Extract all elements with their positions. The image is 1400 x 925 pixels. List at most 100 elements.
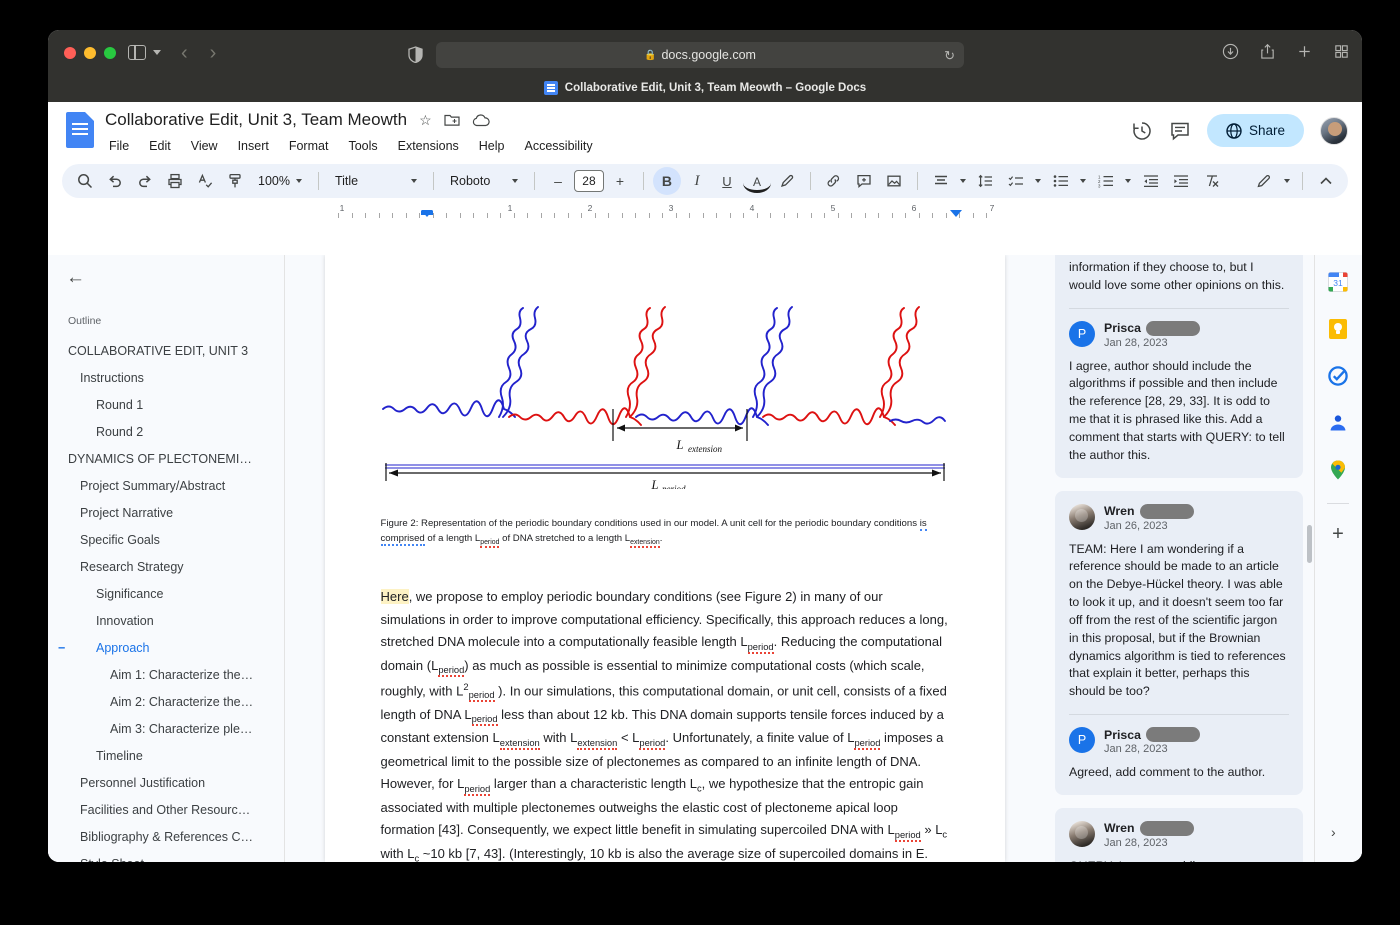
- align-icon[interactable]: [927, 167, 955, 195]
- version-history-icon[interactable]: [1131, 120, 1153, 142]
- maximize-window-button[interactable]: [104, 47, 116, 59]
- outline-item-bibliography-references-c[interactable]: Bibliography & References C…: [48, 823, 284, 850]
- text-color-button[interactable]: A: [742, 173, 771, 193]
- bulleted-dropdown-caret[interactable]: [1077, 167, 1090, 195]
- comment-thread[interactable]: information if they choose to, but I wou…: [1055, 255, 1303, 478]
- privacy-shield-icon[interactable]: [408, 46, 423, 63]
- insert-link-icon[interactable]: [820, 167, 848, 195]
- share-icon[interactable]: [1259, 43, 1276, 60]
- comment-thread[interactable]: Wren Jan 26, 2023 TEAM: Here I am wonderin…: [1055, 490, 1303, 795]
- star-icon[interactable]: ☆: [419, 112, 432, 129]
- address-bar[interactable]: 🔒 docs.google.com ↻: [436, 42, 964, 68]
- align-dropdown-caret[interactable]: [957, 167, 970, 195]
- spellcheck-icon[interactable]: [191, 167, 219, 195]
- numbered-dropdown-caret[interactable]: [1122, 167, 1135, 195]
- underline-button[interactable]: U: [713, 167, 741, 195]
- share-button[interactable]: Share: [1206, 114, 1304, 147]
- menu-insert[interactable]: Insert: [235, 138, 272, 154]
- outline-item-innovation[interactable]: Innovation: [48, 607, 284, 634]
- reload-icon[interactable]: ↻: [944, 48, 955, 64]
- add-comment-icon[interactable]: [850, 167, 878, 195]
- google-keep-icon[interactable]: [1327, 318, 1349, 340]
- forward-button[interactable]: ›: [210, 43, 217, 63]
- menu-bar[interactable]: File Edit View Insert Format Tools Exten…: [106, 138, 596, 154]
- body-paragraph[interactable]: Here, we propose to employ periodic boun…: [380, 586, 949, 862]
- google-contacts-icon[interactable]: [1327, 412, 1349, 434]
- tab-title[interactable]: Collaborative Edit, Unit 3, Team Meowth …: [565, 82, 866, 94]
- outline-item-aim-2-characterize-the[interactable]: Aim 2: Characterize the…: [48, 688, 284, 715]
- outline-item-facilities-and-other-resourc[interactable]: Facilities and Other Resourc…: [48, 796, 284, 823]
- collapse-section-toggle[interactable]: −: [58, 641, 65, 655]
- indent-marker-left[interactable]: [421, 210, 433, 217]
- decrease-font-size-button[interactable]: –: [544, 167, 572, 195]
- add-app-button[interactable]: +: [1327, 523, 1349, 545]
- outline-item-aim-3-characterize-ple[interactable]: Aim 3: Characterize ple…: [48, 715, 284, 742]
- clear-formatting-icon[interactable]: [1197, 167, 1225, 195]
- document-page[interactable]: L extension L period Figure 2: Represent…: [324, 255, 1005, 862]
- outline-item-approach[interactable]: − Approach: [48, 634, 284, 661]
- outline-item-collaborative-edit-unit-3[interactable]: COLLABORATIVE EDIT, UNIT 3: [48, 337, 284, 364]
- paint-format-icon[interactable]: [221, 167, 249, 195]
- tab-overview-icon[interactable]: [1333, 43, 1350, 60]
- comment-thread[interactable]: WrenJan 28, 2023 QUERY: I suggest adding …: [1055, 807, 1303, 862]
- outline-item-timeline[interactable]: Timeline: [48, 742, 284, 769]
- menu-file[interactable]: File: [106, 138, 132, 154]
- redo-icon[interactable]: [131, 167, 159, 195]
- outline-item-round-1[interactable]: Round 1: [48, 391, 284, 418]
- outline-item-aim-1-characterize-the[interactable]: Aim 1: Characterize the…: [48, 661, 284, 688]
- open-comments-icon[interactable]: [1169, 120, 1191, 142]
- numbered-list-icon[interactable]: 123: [1092, 167, 1120, 195]
- outline-item-project-summary-abstract[interactable]: Project Summary/Abstract: [48, 472, 284, 499]
- menu-format[interactable]: Format: [286, 138, 332, 154]
- google-calendar-icon[interactable]: 31: [1327, 271, 1349, 293]
- outline-item-project-narrative[interactable]: Project Narrative: [48, 499, 284, 526]
- editing-mode-dropdown-caret[interactable]: [1280, 167, 1293, 195]
- editing-mode-pen-icon[interactable]: [1250, 167, 1278, 195]
- tab-strip[interactable]: Collaborative Edit, Unit 3, Team Meowth …: [48, 74, 1362, 102]
- docs-logo-icon[interactable]: [66, 112, 94, 148]
- increase-indent-icon[interactable]: [1167, 167, 1195, 195]
- font-size-input[interactable]: 28: [573, 170, 604, 192]
- paragraph-style-dropdown[interactable]: Title: [328, 168, 424, 194]
- window-controls[interactable]: [64, 47, 116, 59]
- page-title[interactable]: Collaborative Edit, Unit 3, Team Meowth: [105, 110, 407, 130]
- outline-item-instructions[interactable]: Instructions: [48, 364, 284, 391]
- insert-image-icon[interactable]: [880, 167, 908, 195]
- bold-button[interactable]: B: [652, 167, 681, 195]
- indent-marker-right[interactable]: [950, 210, 962, 217]
- print-icon[interactable]: [161, 167, 189, 195]
- chevron-down-icon[interactable]: [153, 50, 161, 55]
- move-to-folder-icon[interactable]: [444, 113, 460, 127]
- download-icon[interactable]: [1222, 43, 1239, 60]
- document-ruler[interactable]: 1 1 2 3 4 5 6 7: [48, 203, 1362, 220]
- menu-view[interactable]: View: [188, 138, 221, 154]
- toggle-sidebar-button[interactable]: [128, 45, 161, 60]
- menu-extensions[interactable]: Extensions: [395, 138, 462, 154]
- close-window-button[interactable]: [64, 47, 76, 59]
- italic-button[interactable]: I: [683, 167, 711, 195]
- menu-help[interactable]: Help: [476, 138, 508, 154]
- navigation-buttons[interactable]: ‹ ›: [181, 43, 217, 63]
- outline-item-dynamics-of-plectonemi[interactable]: DYNAMICS OF PLECTONEMI…: [48, 445, 284, 472]
- increase-font-size-button[interactable]: +: [606, 167, 634, 195]
- checklist-dropdown-caret[interactable]: [1032, 167, 1045, 195]
- avatar[interactable]: [1320, 116, 1348, 145]
- undo-icon[interactable]: [101, 167, 129, 195]
- outline-item-round-2[interactable]: Round 2: [48, 418, 284, 445]
- comments-pane[interactable]: information if they choose to, but I wou…: [1044, 255, 1314, 862]
- minimize-window-button[interactable]: [84, 47, 96, 59]
- back-button[interactable]: ‹: [181, 43, 188, 63]
- line-spacing-icon[interactable]: [972, 167, 1000, 195]
- outline-item-personnel-justification[interactable]: Personnel Justification: [48, 769, 284, 796]
- new-tab-icon[interactable]: [1296, 43, 1313, 60]
- expand-panel-button[interactable]: ›: [1331, 824, 1336, 840]
- decrease-indent-icon[interactable]: [1137, 167, 1165, 195]
- zoom-level-dropdown[interactable]: 100%: [251, 168, 309, 194]
- outline-item-significance[interactable]: Significance: [48, 580, 284, 607]
- chrome-right-icons[interactable]: [1222, 43, 1350, 60]
- menu-tools[interactable]: Tools: [345, 138, 380, 154]
- close-outline-button[interactable]: ←: [66, 267, 85, 289]
- outline-item-style-sheet[interactable]: Style Sheet: [48, 850, 284, 863]
- menu-accessibility[interactable]: Accessibility: [522, 138, 596, 154]
- collapse-toolbar-icon[interactable]: [1312, 167, 1340, 195]
